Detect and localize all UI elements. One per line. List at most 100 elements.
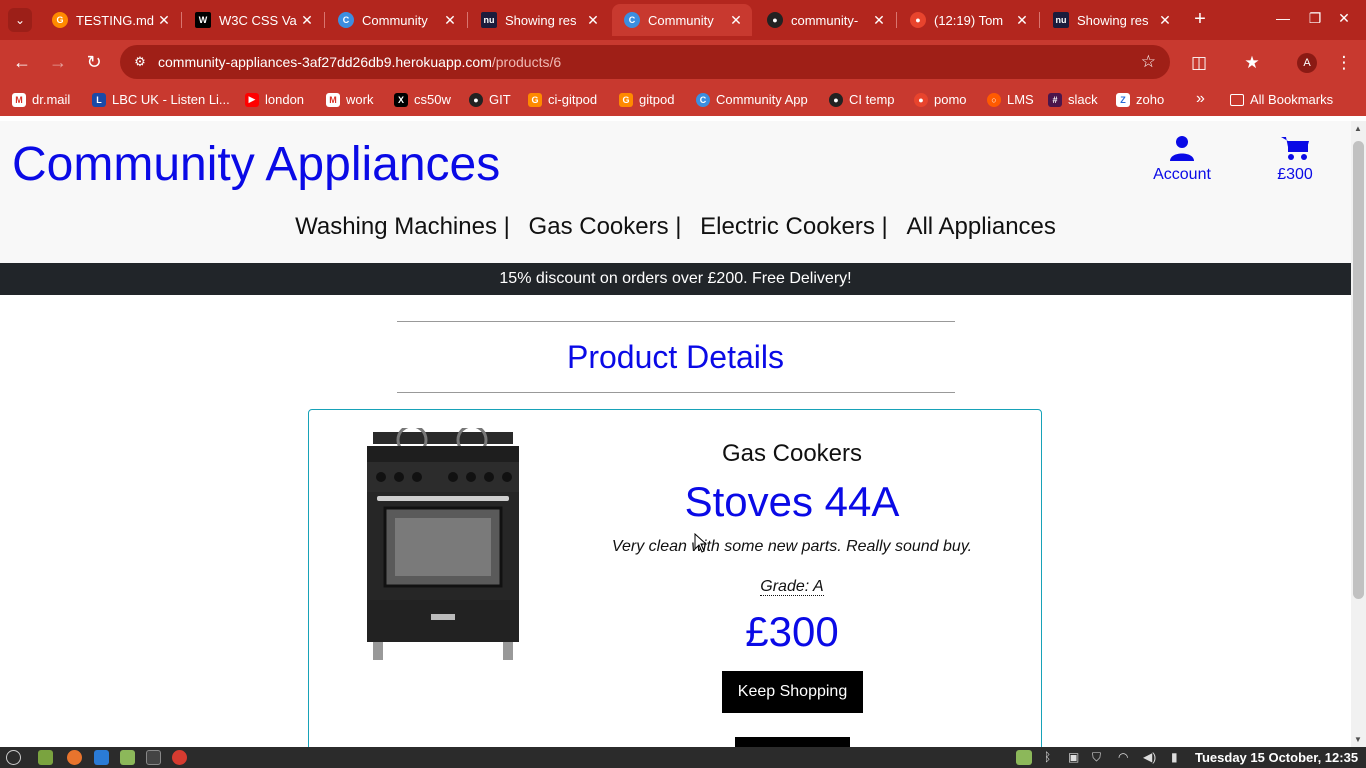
bookmark-item[interactable]: ● CI temp <box>829 92 895 107</box>
forward-button[interactable]: → <box>46 50 70 74</box>
add-to-cart-button[interactable] <box>735 737 850 747</box>
bookmarks-bar: Mdr.mail L LBC UK - Listen Li... ▶ london … <box>0 84 1366 116</box>
battery-icon[interactable]: ▮ <box>1171 750 1178 764</box>
vscode-icon[interactable] <box>94 750 109 765</box>
clipboard-icon[interactable]: ▣ <box>1068 750 1079 764</box>
close-icon[interactable]: ✕ <box>156 12 172 29</box>
browser-tab[interactable]: nu Showing res ✕ <box>1041 4 1181 36</box>
back-button[interactable]: ← <box>10 50 34 74</box>
account-link[interactable]: Account <box>1150 135 1214 184</box>
bookmark-item[interactable]: # slack <box>1048 92 1098 107</box>
site-header: Community Appliances Account £300 Washin… <box>0 121 1351 263</box>
bookmark-item[interactable]: ▶ london <box>245 92 304 107</box>
window-close-icon[interactable]: ✕ <box>1334 10 1354 27</box>
browser-tab[interactable]: G TESTING.md ✕ <box>40 4 180 36</box>
nav-electric-cookers[interactable]: Electric Cookers | <box>700 213 888 240</box>
bookmark-star-icon[interactable]: ☆ <box>1141 52 1156 72</box>
extensions-icon[interactable]: ◫ <box>1188 52 1210 74</box>
tab-title: community- <box>791 12 859 28</box>
gmail-icon: M <box>326 92 340 107</box>
nav-washing-machines[interactable]: Washing Machines | <box>295 213 510 240</box>
wifi-icon[interactable]: ◠ <box>1118 750 1128 764</box>
bookmark-item[interactable]: Mwork <box>326 92 373 107</box>
nav-gas-cookers[interactable]: Gas Cookers | <box>529 213 682 240</box>
bluetooth-icon[interactable]: ᛒ <box>1044 750 1051 764</box>
bookmark-item[interactable]: Zzoho <box>1116 92 1164 107</box>
cart-link[interactable]: £300 <box>1268 135 1322 184</box>
divider <box>397 321 955 322</box>
minimize-icon[interactable]: — <box>1273 10 1293 26</box>
close-icon[interactable]: ✕ <box>585 12 601 29</box>
browser-tab[interactable]: nu Showing res ✕ <box>469 4 609 36</box>
scroll-down-icon[interactable]: ▼ <box>1354 735 1362 744</box>
volume-icon[interactable]: ◀) <box>1143 750 1156 764</box>
terminal-icon[interactable] <box>146 750 161 765</box>
bookmark-label: GIT <box>489 92 511 107</box>
main-nav: Washing Machines | Gas Cookers | Electri… <box>0 213 1351 241</box>
restore-icon[interactable]: ❐ <box>1305 10 1325 27</box>
taskbar-clock[interactable]: Tuesday 15 October, 12:35 <box>1195 750 1358 765</box>
close-icon[interactable]: ✕ <box>1014 12 1030 29</box>
tab-search-button[interactable]: ⌄ <box>8 8 32 32</box>
start-menu-icon[interactable] <box>6 750 21 765</box>
bookmark-item[interactable]: Xcs50w <box>394 92 451 107</box>
close-icon[interactable]: ✕ <box>442 12 458 29</box>
new-tab-button[interactable]: + <box>1188 8 1212 32</box>
bookmark-item[interactable]: ● pomo <box>914 92 967 107</box>
shield-icon[interactable]: ⛉ <box>1092 750 1101 765</box>
show-desktop-icon[interactable] <box>38 750 53 765</box>
community-app-icon: C <box>338 12 354 28</box>
shopping-cart-icon <box>1281 137 1309 160</box>
bookmark-label: Community App <box>716 92 808 107</box>
chrome-icon[interactable] <box>172 750 187 765</box>
scrollbar-thumb[interactable] <box>1353 141 1364 599</box>
bookmark-item[interactable]: ● GIT <box>469 92 511 107</box>
firefox-icon[interactable] <box>67 750 82 765</box>
reload-button[interactable]: ↻ <box>82 50 106 74</box>
page-title: Product Details <box>567 339 784 375</box>
bookmark-label: london <box>265 92 305 107</box>
x-icon: X <box>394 92 408 107</box>
browser-tab[interactable]: C Community ✕ <box>326 4 466 36</box>
keep-shopping-button[interactable]: Keep Shopping <box>722 671 863 713</box>
nav-all-appliances[interactable]: All Appliances <box>906 213 1055 240</box>
close-icon[interactable]: ✕ <box>871 12 887 29</box>
browser-tab[interactable]: ● (12:19) Tom ✕ <box>898 4 1038 36</box>
bookmark-label: LMS <box>1007 92 1034 107</box>
browser-tab-active[interactable]: C Community ✕ <box>612 4 752 36</box>
bookmark-item[interactable]: Ggitpod <box>619 92 674 107</box>
close-icon[interactable]: ✕ <box>728 12 744 29</box>
profile-avatar[interactable]: A <box>1297 53 1317 73</box>
browser-tab[interactable]: W W3C CSS Va ✕ <box>183 4 323 36</box>
bookmark-item[interactable]: L LBC UK - Listen Li... <box>92 92 230 107</box>
bookmark-item[interactable]: ○ LMS <box>987 92 1034 107</box>
bookmark-item[interactable]: C Community App <box>696 92 808 107</box>
reading-list-icon[interactable]: ★ <box>1241 52 1263 74</box>
bookmark-label: CI temp <box>849 92 895 107</box>
all-bookmarks-button[interactable]: All Bookmarks <box>1230 92 1333 107</box>
bookmark-label: cs50w <box>414 92 451 107</box>
menu-kebab-icon[interactable]: ⋮ <box>1333 52 1355 74</box>
folder-tray-icon[interactable] <box>1016 750 1032 765</box>
more-bookmarks-button[interactable]: » <box>1196 90 1205 108</box>
tab-title: Showing res <box>1077 12 1149 28</box>
nu-icon: nu <box>1053 12 1069 28</box>
gitpod-icon: G <box>528 92 542 107</box>
site-brand-link[interactable]: Community Appliances <box>12 137 500 192</box>
bookmark-label: dr.mail <box>32 92 71 107</box>
youtube-icon: ▶ <box>245 92 259 107</box>
close-icon[interactable]: ✕ <box>1157 12 1173 29</box>
browser-tab[interactable]: ● community- ✕ <box>755 4 895 36</box>
mouse-cursor-icon <box>694 533 708 553</box>
bookmark-item[interactable]: Mdr.mail <box>12 92 70 107</box>
files-icon[interactable] <box>120 750 135 765</box>
close-icon[interactable]: ✕ <box>299 12 315 29</box>
product-image[interactable] <box>367 428 519 660</box>
url-text[interactable]: community-appliances-3af27dd26db9.heroku… <box>158 54 561 70</box>
address-bar[interactable]: ⚙ community-appliances-3af27dd26db9.hero… <box>120 45 1170 79</box>
bookmark-label: LBC UK - Listen Li... <box>112 92 230 107</box>
site-info-icon[interactable]: ⚙ <box>130 54 150 70</box>
page-scrollbar[interactable]: ▲ ▼ <box>1351 121 1366 747</box>
bookmark-item[interactable]: Gci-gitpod <box>528 92 597 107</box>
scroll-up-icon[interactable]: ▲ <box>1354 124 1362 133</box>
